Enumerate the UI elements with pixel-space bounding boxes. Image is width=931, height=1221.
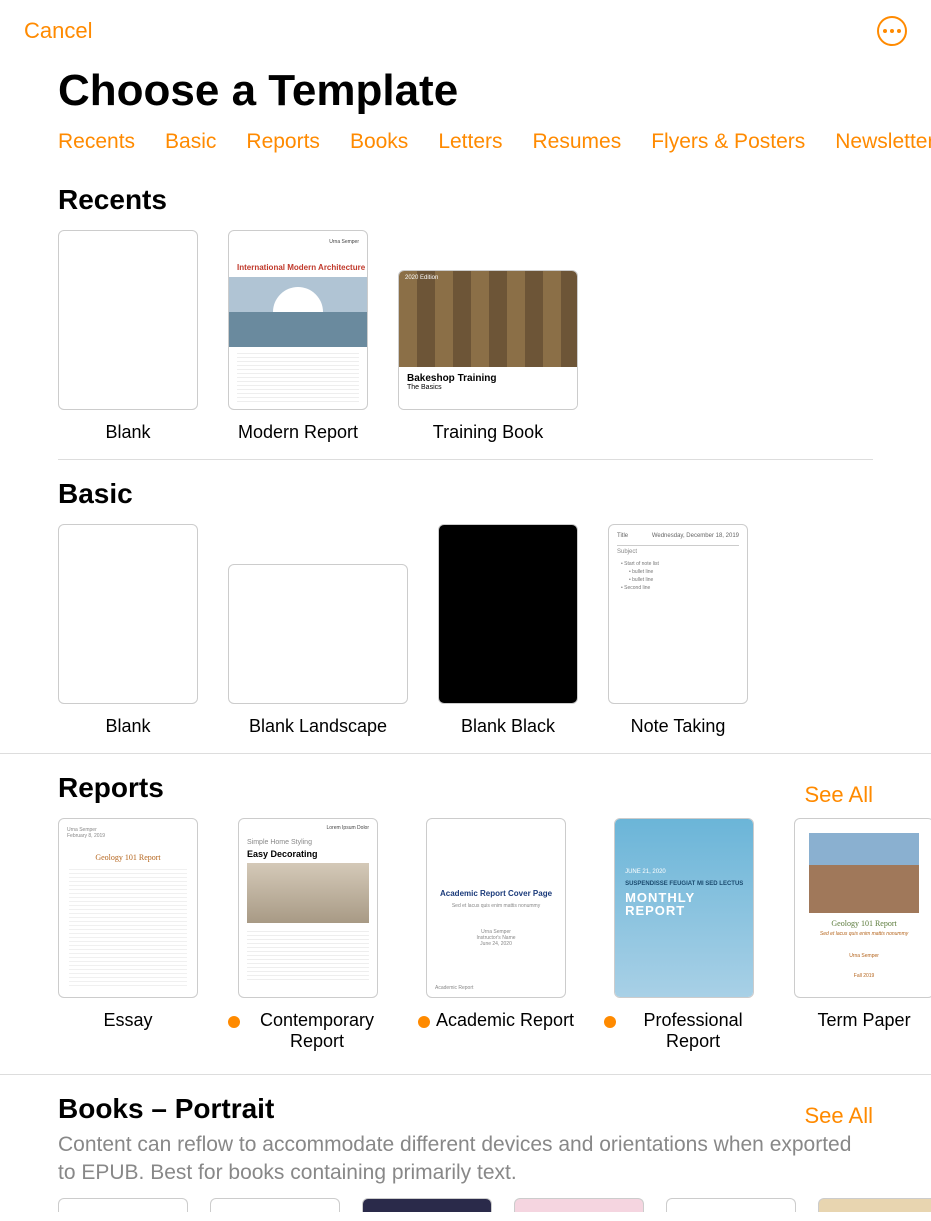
- template-book-peek[interactable]: [514, 1198, 644, 1212]
- tab-resumes[interactable]: Resumes: [533, 130, 622, 154]
- ellipsis-icon: [883, 29, 901, 33]
- template-professional-report[interactable]: JUNE 21, 2020 SUSPENDISSE FEUGIAT MI SED…: [604, 818, 764, 1052]
- template-thumb-academic-report: Academic Report Cover Page Sed et lacus …: [426, 818, 566, 998]
- template-label: Essay: [103, 1010, 152, 1031]
- tab-recents[interactable]: Recents: [58, 130, 135, 154]
- template-thumb-contemporary-report: Lorem Ipsum Dolor Simple Home Styling Ea…: [238, 818, 378, 998]
- template-thumb-training-book: Bakeshop Training The Basics 2020 Editio…: [398, 270, 578, 410]
- template-label: Blank: [105, 422, 150, 443]
- tab-books[interactable]: Books: [350, 130, 408, 154]
- template-book-peek[interactable]: [666, 1198, 796, 1212]
- template-note-taking[interactable]: TitleWednesday, December 18, 2019 Subjec…: [608, 524, 748, 737]
- template-label: Modern Report: [238, 422, 358, 443]
- section-title-books: Books – Portrait: [58, 1093, 274, 1125]
- template-training-book[interactable]: Bakeshop Training The Basics 2020 Editio…: [398, 230, 578, 443]
- template-book-peek[interactable]: [210, 1198, 340, 1212]
- section-reports: Reports See All Urna SemperFebruary 8, 2…: [0, 754, 931, 1052]
- category-tabs: Recents Basic Reports Books Letters Resu…: [0, 130, 931, 166]
- template-blank[interactable]: Blank: [58, 230, 198, 443]
- template-thumb-note-taking: TitleWednesday, December 18, 2019 Subjec…: [608, 524, 748, 704]
- section-title-recents: Recents: [58, 184, 931, 216]
- template-thumb-term-paper: Geology 101 Report Sed et lacus quis eni…: [794, 818, 931, 998]
- see-all-books[interactable]: See All: [805, 1103, 874, 1129]
- template-blank[interactable]: Blank: [58, 524, 198, 737]
- template-thumb-essay: Urna SemperFebruary 8, 2019 Geology 101 …: [58, 818, 198, 998]
- template-blank-landscape[interactable]: Blank Landscape: [228, 524, 408, 737]
- template-term-paper[interactable]: Geology 101 Report Sed et lacus quis eni…: [794, 818, 931, 1052]
- cancel-button[interactable]: Cancel: [24, 18, 92, 44]
- tab-newsletters[interactable]: Newsletters: [835, 130, 931, 154]
- template-book-peek[interactable]: [818, 1198, 931, 1212]
- section-recents: Recents Blank Urna Semper International …: [0, 166, 931, 443]
- section-basic: Basic Blank Blank Landscape Blank Black …: [0, 460, 931, 737]
- template-label: Contemporary Report: [228, 1010, 388, 1052]
- template-academic-report[interactable]: Academic Report Cover Page Sed et lacus …: [418, 818, 574, 1052]
- template-thumb-blank-black: [438, 524, 578, 704]
- tab-letters[interactable]: Letters: [438, 130, 502, 154]
- download-indicator-icon: [418, 1016, 430, 1028]
- template-blank-black[interactable]: Blank Black: [438, 524, 578, 737]
- template-essay[interactable]: Urna SemperFebruary 8, 2019 Geology 101 …: [58, 818, 198, 1052]
- section-title-basic: Basic: [58, 478, 931, 510]
- tab-reports[interactable]: Reports: [246, 130, 320, 154]
- template-thumb-professional-report: JUNE 21, 2020 SUSPENDISSE FEUGIAT MI SED…: [614, 818, 754, 998]
- template-label: Training Book: [433, 422, 543, 443]
- template-label: Blank: [105, 716, 150, 737]
- template-thumb-blank: [58, 230, 198, 410]
- template-label: Term Paper: [818, 1010, 911, 1031]
- template-label: Professional Report: [604, 1010, 764, 1052]
- section-description-books: Content can reflow to accommodate differ…: [58, 1131, 931, 1188]
- template-label: Blank Landscape: [249, 716, 387, 737]
- section-title-reports: Reports: [58, 772, 164, 804]
- template-label: Note Taking: [631, 716, 726, 737]
- download-indicator-icon: [604, 1016, 616, 1028]
- template-label: Blank Black: [461, 716, 555, 737]
- tab-basic[interactable]: Basic: [165, 130, 216, 154]
- template-thumb-blank-landscape: [228, 564, 408, 704]
- template-modern-report[interactable]: Urna Semper International Modern Archite…: [228, 230, 368, 443]
- template-thumb-blank: [58, 524, 198, 704]
- download-indicator-icon: [228, 1016, 240, 1028]
- template-label: Academic Report: [418, 1010, 574, 1031]
- section-books: Books – Portrait See All Content can ref…: [0, 1075, 931, 1212]
- see-all-reports[interactable]: See All: [805, 782, 874, 808]
- template-contemporary-report[interactable]: Lorem Ipsum Dolor Simple Home Styling Ea…: [228, 818, 388, 1052]
- template-book-peek[interactable]: [58, 1198, 188, 1212]
- tab-flyers-posters[interactable]: Flyers & Posters: [651, 130, 805, 154]
- template-thumb-modern-report: Urna Semper International Modern Archite…: [228, 230, 368, 410]
- more-options-button[interactable]: [877, 16, 907, 46]
- page-title: Choose a Template: [0, 46, 931, 130]
- template-book-peek[interactable]: [362, 1198, 492, 1212]
